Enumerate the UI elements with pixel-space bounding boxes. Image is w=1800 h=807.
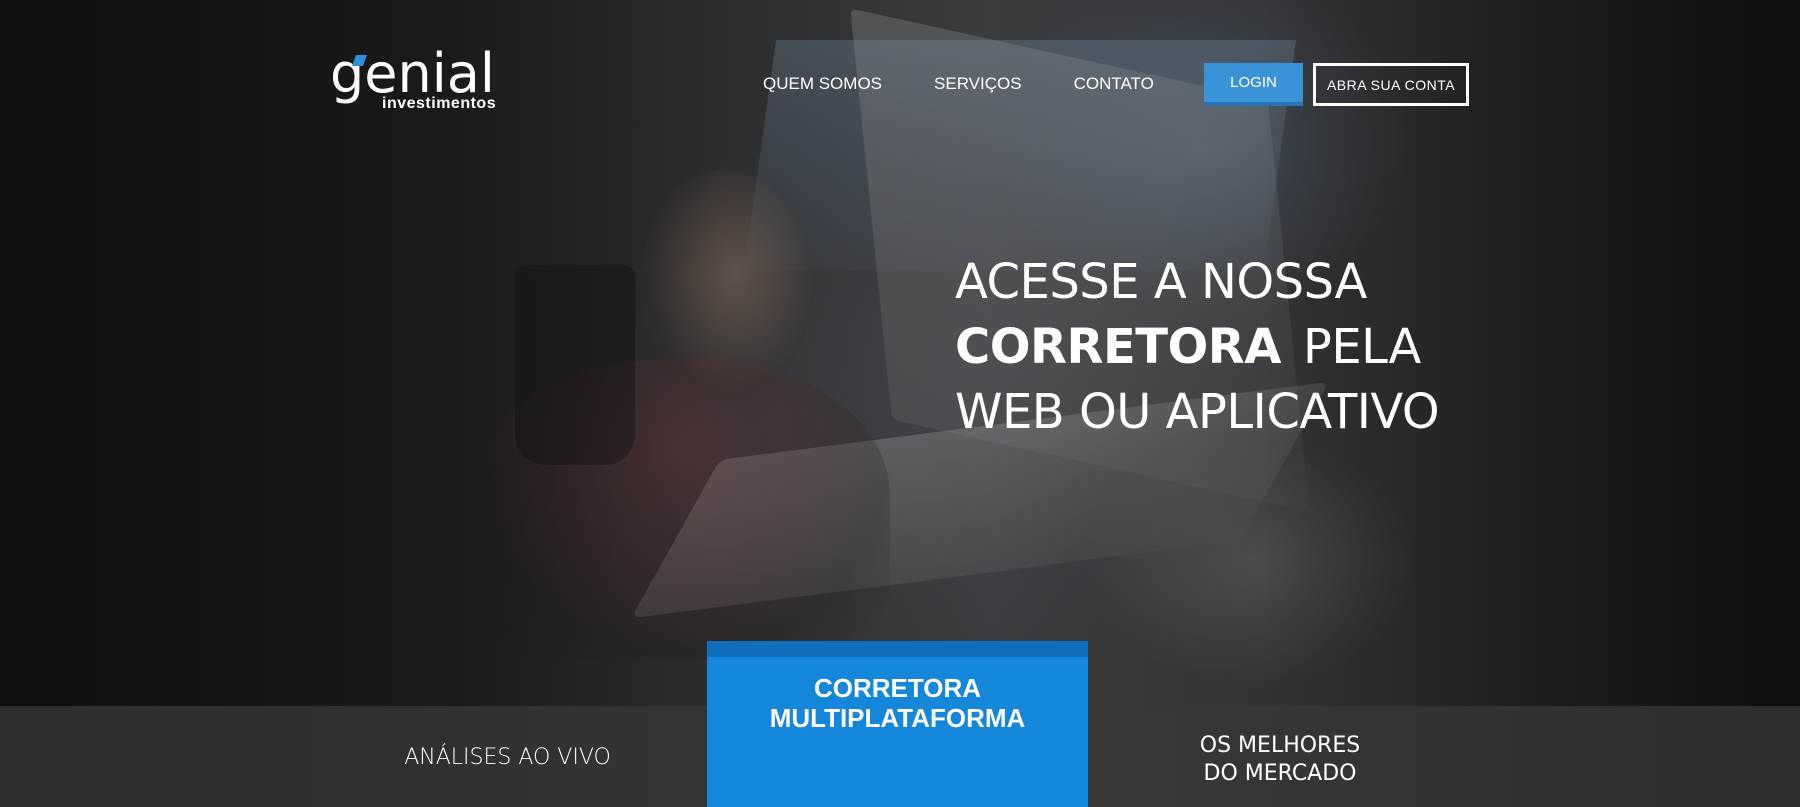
feature-right-line-2: DO MERCADO (1203, 761, 1357, 786)
hero-headline-strong: CORRETORA (955, 319, 1281, 375)
hero-headline-line-2-rest: PELA (1302, 319, 1421, 375)
nav-item-quem-somos[interactable]: QUEM SOMOS (763, 74, 882, 94)
brand-logo-subtitle: investimentos (382, 95, 497, 112)
main-nav: QUEM SOMOS SERVIÇOS CONTATO (763, 74, 1154, 94)
feature-center-text: CORRETORA MULTIPLATAFORMA (707, 673, 1088, 733)
nav-item-contato[interactable]: CONTATO (1074, 74, 1154, 94)
open-account-button[interactable]: ABRA SUA CONTA (1313, 63, 1469, 106)
brand-logo[interactable]: genial investimentos (330, 44, 500, 120)
page: genial investimentos QUEM SOMOS SERVIÇOS… (0, 0, 1800, 807)
hero-headline-line-2: CORRETORA PELA (955, 315, 1595, 380)
hero-headline-line-3: WEB OU APLICATIVO (955, 384, 1440, 440)
feature-center-top-strip (707, 641, 1088, 657)
nav-item-servicos[interactable]: SERVIÇOS (934, 74, 1022, 94)
feature-corretora-multiplataforma[interactable]: CORRETORA MULTIPLATAFORMA (707, 641, 1088, 807)
feature-os-melhores-do-mercado[interactable]: OS MELHORES DO MERCADO (1130, 732, 1430, 788)
feature-right-line-1: OS MELHORES (1199, 733, 1361, 758)
hero-headline: ACESSE A NOSSA CORRETORA PELA WEB OU APLI… (955, 250, 1595, 445)
feature-center-line-2: MULTIPLATAFORMA (769, 703, 1026, 733)
feature-center-line-1: CORRETORA (813, 673, 982, 703)
login-button[interactable]: LOGIN (1204, 63, 1303, 106)
feature-analises-ao-vivo[interactable]: ANÁLISES AO VIVO (350, 745, 665, 770)
hero-headline-line-1: ACESSE A NOSSA (955, 254, 1367, 310)
